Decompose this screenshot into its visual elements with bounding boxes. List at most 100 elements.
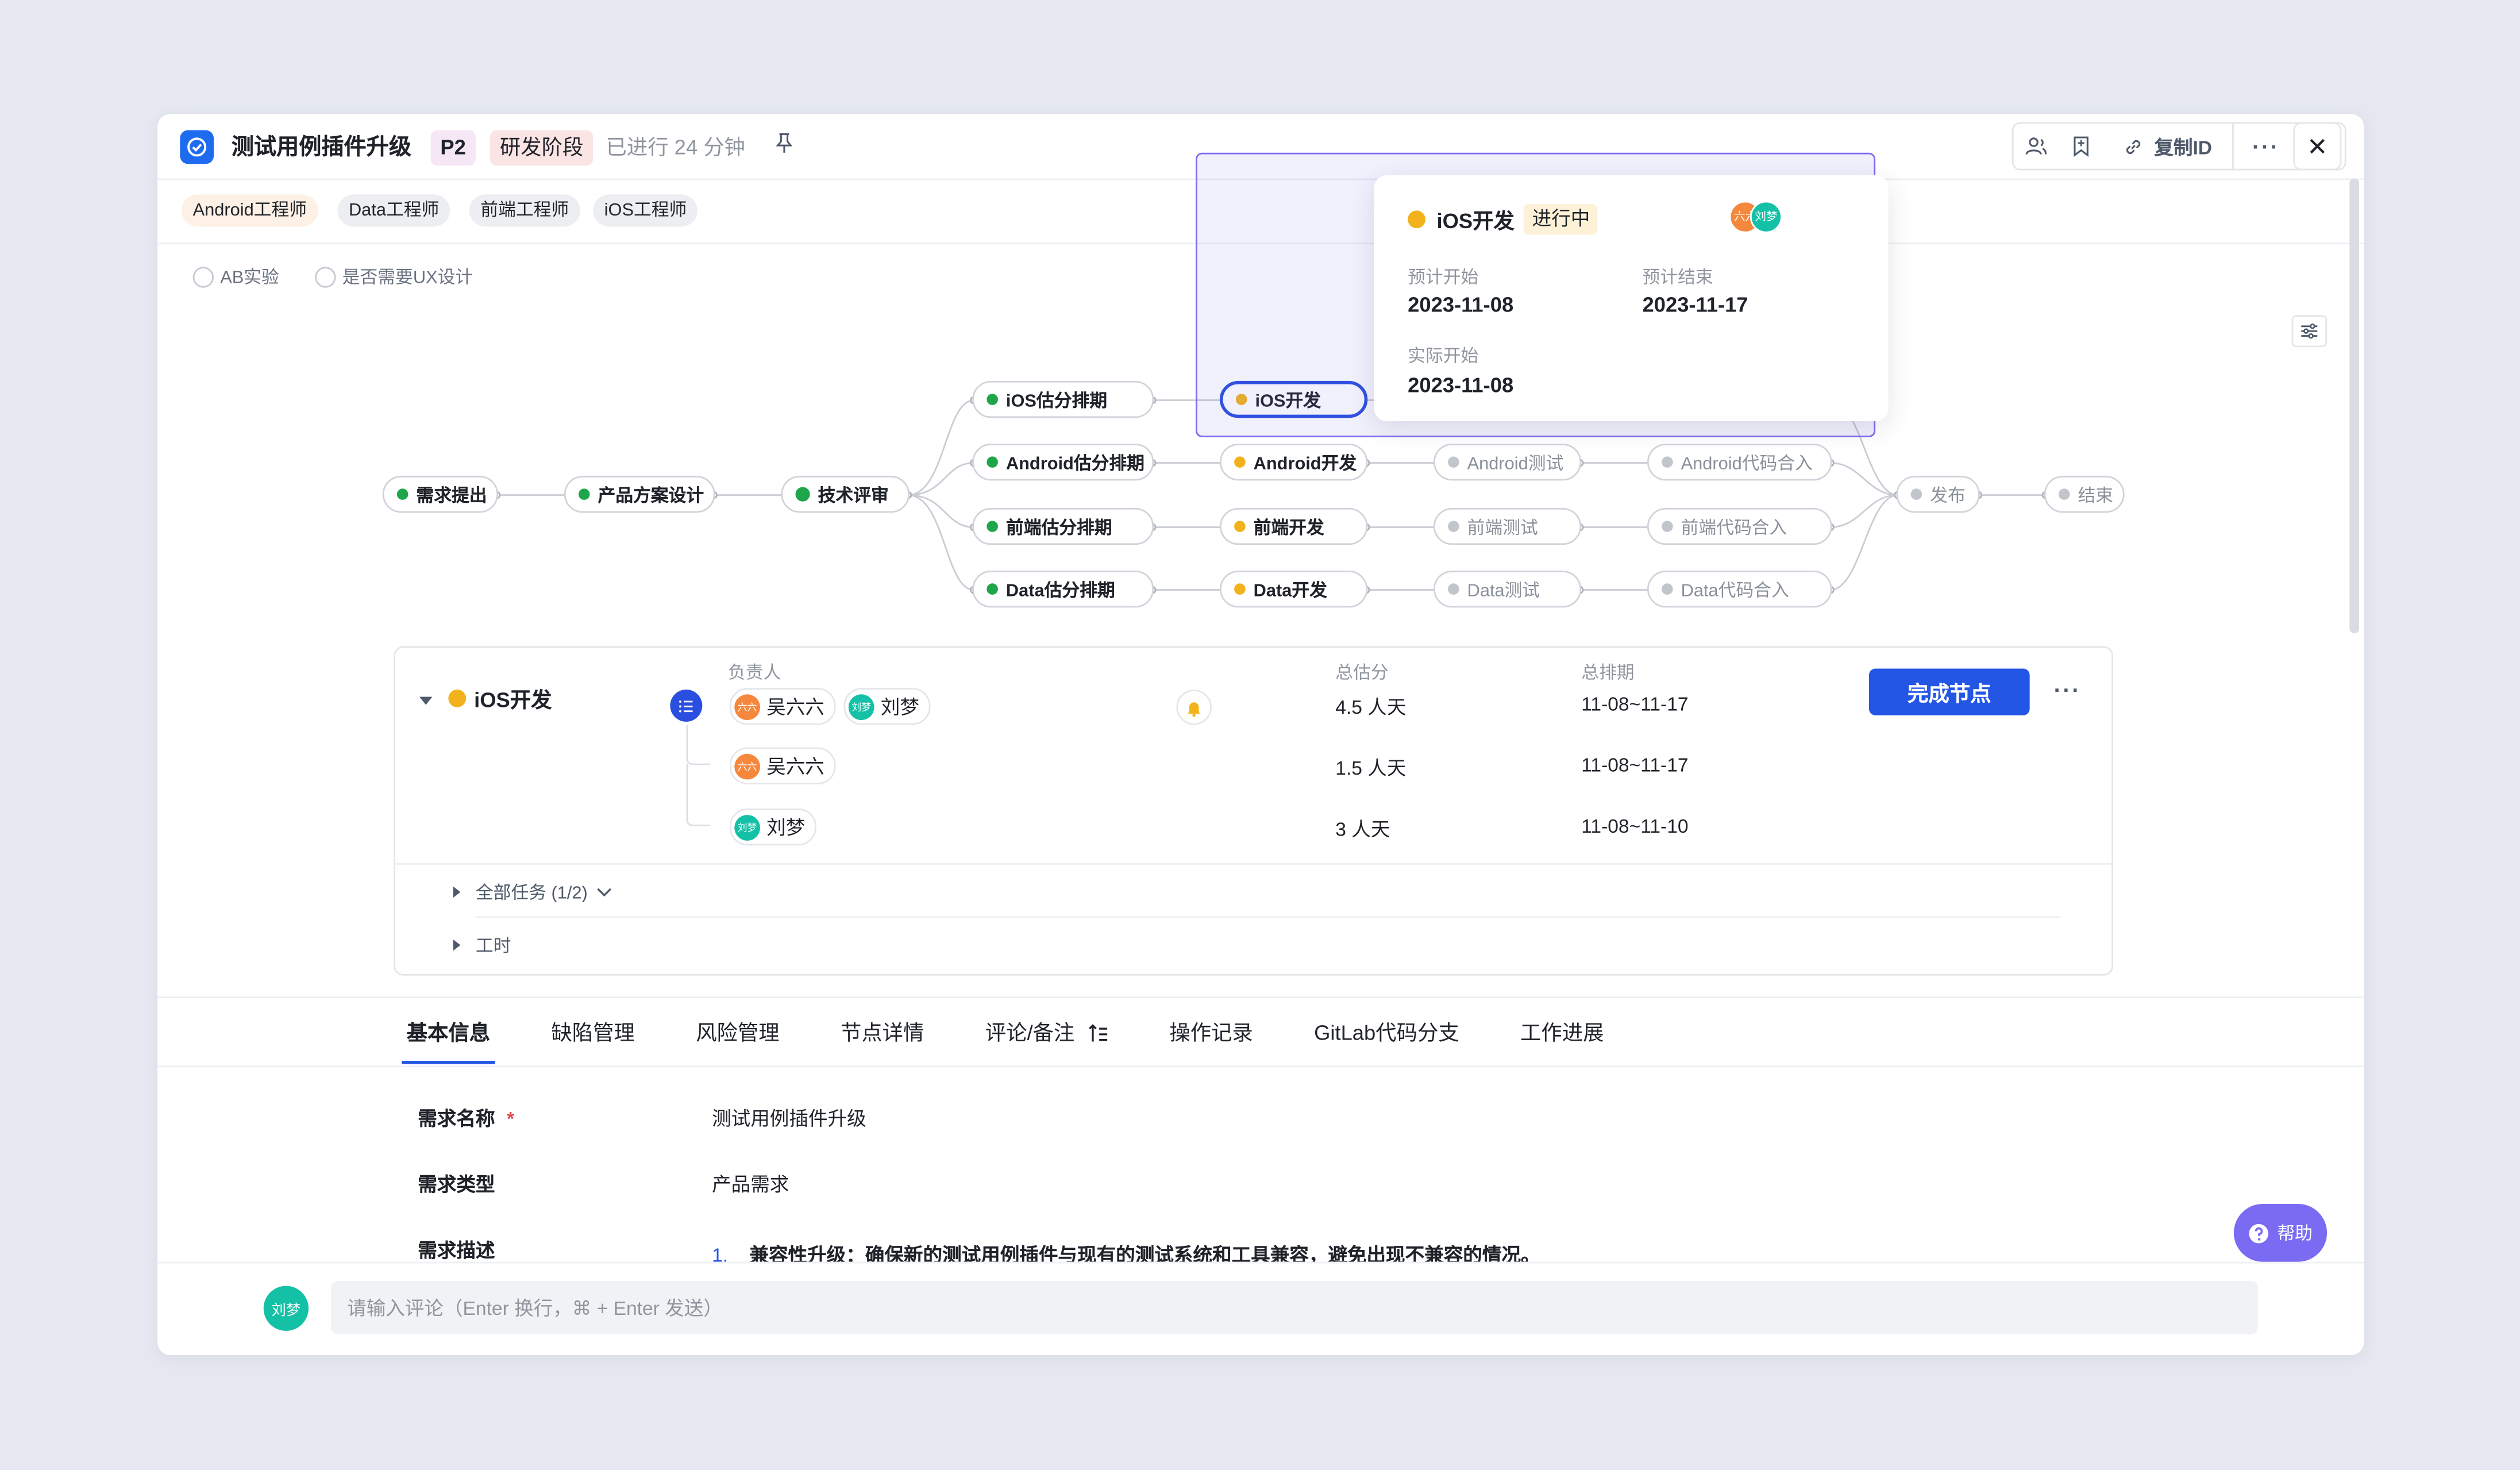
subtask-list-icon[interactable] [670,689,703,722]
todo-status-icon [2058,488,2070,500]
help-button[interactable]: 帮助 [2233,1203,2328,1262]
help-label: 帮助 [2277,1225,2313,1244]
flow-node-label: Data测试 [1467,581,1540,601]
avatar: 六六 [734,693,760,719]
tab-operation-log[interactable]: 操作记录 [1169,1016,1253,1064]
flow-node-frontend-merge[interactable]: 前端代码合入 [1647,507,1832,545]
caret-right-icon [453,939,461,951]
field-type-label: 需求类型 [418,1173,495,1196]
required-mark: * [507,1107,515,1130]
panel-divider [475,916,2060,918]
flow-node-android-dev[interactable]: Android开发 [1219,443,1368,481]
tab-risks[interactable]: 风险管理 [696,1016,779,1064]
todo-status-icon [1662,583,1673,595]
flow-node-label: 前端测试 [1467,518,1538,538]
tab-node-details[interactable]: 节点详情 [841,1016,924,1064]
sort-icon [1088,1024,1107,1042]
field-name-value[interactable]: 测试用例插件升级 [712,1105,866,1132]
all-tasks-label: 全部任务 (1/2) [475,884,588,903]
flow-node-label: Android开发 [1253,454,1357,474]
flow-node-ios-estimate[interactable]: iOS估分排期 [972,380,1154,418]
flow-node-tech-review[interactable]: 技术评审 [781,475,910,513]
owner-name: 刘梦 [766,816,806,840]
flow-node-label: 产品方案设计 [598,486,704,506]
tree-connector [686,763,711,826]
bell-icon[interactable] [1176,689,1212,725]
tab-comments[interactable]: 评论/备注 [985,1016,1108,1064]
flow-node-label: Data开发 [1253,581,1327,601]
schedule-header: 总排期 [1581,664,1635,683]
planned-start-value: 2023-11-08 [1408,293,1514,317]
detail-node-title: iOS开发 [448,683,552,714]
flow-node-frontend-test[interactable]: 前端测试 [1433,507,1582,545]
owner-name: 吴六六 [766,755,824,778]
todo-status-icon [1910,488,1922,500]
flow-node-data-dev[interactable]: Data开发 [1219,570,1368,608]
planned-start-label: 预计开始 [1408,268,1479,288]
collapse-caret-icon[interactable] [418,686,434,715]
comment-input[interactable] [331,1281,2258,1334]
estimate-header: 总估分 [1335,664,1389,683]
subtask-owner: 六六 吴六六 [729,747,836,784]
owner-header: 负责人 [728,664,781,683]
flow-node-end[interactable]: 结束 [2044,475,2125,513]
flow-node-data-merge[interactable]: Data代码合入 [1647,570,1832,608]
avatar: 刘梦 [1750,201,1782,233]
subtask-estimate: 3 人天 [1335,818,1390,841]
tooltip-node-name: iOS开发 [1436,209,1515,233]
comment-bar: 刘梦 [157,1261,2364,1355]
flow-node-product-design[interactable]: 产品方案设计 [564,475,715,513]
field-name-label: 需求名称 * [418,1105,514,1132]
tab-label: 评论/备注 [985,1021,1075,1045]
owner-chip[interactable]: 刘梦 刘梦 [843,688,931,725]
flow-node-frontend-dev[interactable]: 前端开发 [1219,507,1368,545]
flow-node-label: Android估分排期 [1005,454,1145,474]
total-estimate: 4.5 人天 [1335,696,1407,719]
flow-node-label: 前端代码合入 [1681,518,1787,538]
flow-node-android-merge[interactable]: Android代码合入 [1647,443,1832,481]
in-progress-status-icon [1234,521,1246,532]
review-done-icon [795,487,810,502]
field-type-value[interactable]: 产品需求 [712,1170,789,1198]
flow-node-data-test[interactable]: Data测试 [1433,570,1582,608]
actual-start-label: 实际开始 [1408,347,1479,367]
flow-node-label: 结束 [2078,486,2114,506]
tab-basic-info[interactable]: 基本信息 [402,1016,495,1064]
owner-chip[interactable]: 刘梦 刘梦 [729,808,816,846]
tab-work-progress[interactable]: 工作进展 [1520,1016,1604,1064]
todo-status-icon [1662,521,1673,532]
worktime-toggle[interactable]: 工时 [452,932,511,958]
question-icon [2249,1223,2268,1243]
in-progress-status-icon [1234,583,1246,595]
flow-node-data-estimate[interactable]: Data估分排期 [972,570,1154,608]
tab-defects[interactable]: 缺陷管理 [551,1016,634,1064]
flow-node-label: Data估分排期 [1005,581,1115,601]
flow-node-android-estimate[interactable]: Android估分排期 [972,443,1154,481]
caret-right-icon [453,886,461,898]
flow-node-label: 发布 [1930,486,1966,506]
subtask-estimate: 1.5 人天 [1335,757,1407,780]
avatar: 刘梦 [263,1286,309,1331]
todo-status-icon [1448,583,1459,595]
worktime-label: 工时 [475,937,511,957]
flow-node-requirement[interactable]: 需求提出 [382,475,499,513]
done-status-icon [987,456,998,468]
label-text: 需求名称 [418,1107,495,1130]
flow-node-frontend-estimate[interactable]: 前端估分排期 [972,507,1154,545]
owner-chip[interactable]: 六六 吴六六 [729,688,836,725]
flow-node-release[interactable]: 发布 [1896,475,1980,513]
tree-connector [686,725,711,765]
avatar: 刘梦 [848,693,874,719]
tab-gitlab-branch[interactable]: GitLab代码分支 [1314,1016,1459,1064]
tooltip-title: iOS开发 进行中 [1408,204,1598,235]
flow-node-label: 前端估分排期 [1005,518,1112,538]
scrollbar[interactable] [2349,178,2359,634]
flow-node-android-test[interactable]: Android测试 [1433,443,1582,481]
node-tooltip: iOS开发 进行中 六六 刘梦 预计开始 2023-11-08 预计结束 202… [1374,175,1889,421]
owner-chip[interactable]: 六六 吴六六 [729,747,836,784]
tab-bar: 基本信息 缺陷管理 风险管理 节点详情 评论/备注 操作记录 GitLab代码分… [402,1016,1665,1064]
all-tasks-toggle[interactable]: 全部任务 (1/2) [452,879,612,905]
complete-node-button[interactable]: 完成节点 [1868,668,2030,715]
more-icon[interactable]: ··· [2054,677,2082,703]
owner-name: 吴六六 [766,696,824,719]
